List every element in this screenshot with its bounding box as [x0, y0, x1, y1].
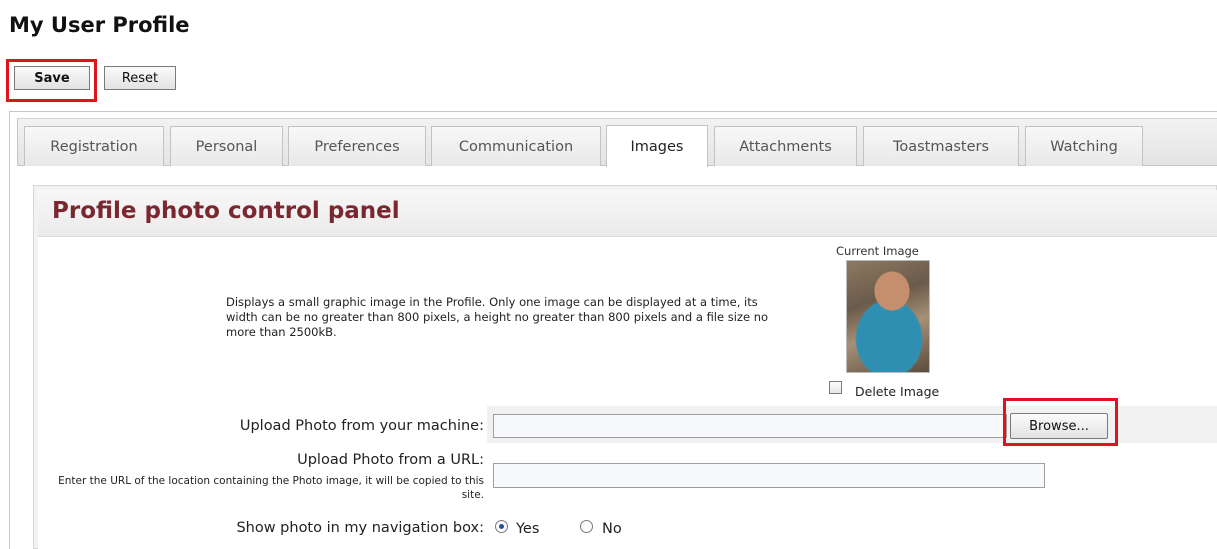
- upload-machine-label: Upload Photo from your machine:: [239, 418, 484, 434]
- current-image-label: Current Image: [836, 244, 919, 258]
- save-button[interactable]: Save: [14, 66, 90, 90]
- upload-url-hint: Enter the URL of the location containing…: [58, 475, 484, 501]
- delete-image-checkbox[interactable]: [829, 381, 842, 394]
- browse-button[interactable]: Browse...: [1010, 413, 1108, 439]
- show-photo-label: Show photo in my navigation box:: [236, 520, 484, 536]
- upload-file-field[interactable]: [493, 414, 1007, 438]
- tab-personal[interactable]: Personal: [170, 126, 283, 166]
- photo-description: Displays a small graphic image in the Pr…: [226, 295, 769, 339]
- tab-attachments[interactable]: Attachments: [714, 126, 857, 166]
- tab-bar: Registration Personal Preferences Commun…: [17, 118, 1217, 167]
- show-photo-no-label: No: [602, 521, 622, 537]
- tab-toastmasters[interactable]: Toastmasters: [863, 126, 1019, 166]
- show-photo-no-radio[interactable]: [580, 520, 593, 533]
- current-profile-photo: [846, 260, 930, 373]
- tab-images[interactable]: Images: [606, 125, 708, 167]
- delete-image-label: Delete Image: [855, 384, 940, 399]
- reset-button[interactable]: Reset: [104, 66, 176, 90]
- panel-body: [38, 237, 1217, 549]
- show-photo-yes-radio[interactable]: [495, 520, 508, 533]
- page-title: My User Profile: [9, 13, 190, 37]
- tab-preferences[interactable]: Preferences: [288, 126, 426, 166]
- content-frame-left: [9, 111, 10, 549]
- show-photo-yes-label: Yes: [516, 521, 540, 537]
- panel-title: Profile photo control panel: [52, 198, 400, 224]
- upload-url-label: Upload Photo from a URL:: [297, 452, 484, 468]
- tab-communication[interactable]: Communication: [431, 126, 601, 166]
- tab-registration[interactable]: Registration: [24, 126, 164, 166]
- upload-url-input[interactable]: [493, 463, 1045, 488]
- content-frame-top: [9, 111, 1217, 112]
- tab-watching[interactable]: Watching: [1025, 126, 1143, 166]
